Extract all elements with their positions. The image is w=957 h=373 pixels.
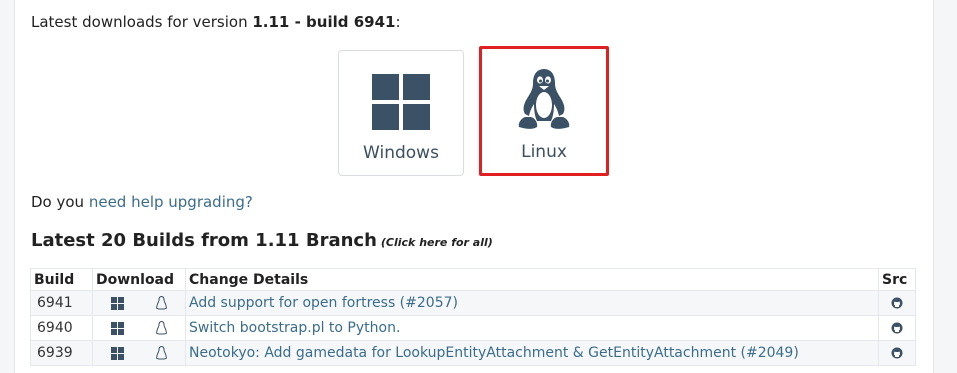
table-row: 6939 Neotokyo: Add gamedata for LookupEn… [30, 340, 916, 366]
help-text: Do you need help upgrading? [31, 193, 253, 211]
windows-icon[interactable] [111, 346, 124, 360]
linux-label: Linux [521, 142, 567, 162]
windows-icon[interactable] [111, 296, 124, 310]
download-cell [92, 290, 186, 316]
windows-icon[interactable] [111, 321, 124, 335]
builds-table: Build Download Change Details Src 6941 A… [30, 268, 916, 366]
help-upgrading-link[interactable]: need help upgrading? [89, 193, 253, 211]
table-header-row: Build Download Change Details Src [30, 268, 916, 291]
header-download: Download [92, 268, 186, 291]
linux-icon[interactable] [156, 346, 168, 360]
windows-icon [372, 74, 430, 130]
linux-icon[interactable] [156, 321, 168, 335]
download-cell [92, 340, 186, 366]
change-details-link[interactable]: Add support for open fortress (#2057) [185, 290, 879, 316]
windows-download-button[interactable]: Windows [338, 50, 464, 176]
left-gutter [0, 0, 15, 373]
build-number-cell: 6939 [30, 340, 93, 366]
linux-icon[interactable] [156, 296, 168, 310]
build-number: build 6941 [306, 13, 396, 31]
src-cell [878, 290, 916, 316]
windows-label: Windows [363, 143, 439, 163]
github-icon[interactable] [891, 297, 903, 309]
download-cell [92, 315, 186, 341]
right-gutter [933, 0, 957, 373]
github-icon[interactable] [891, 322, 903, 334]
intro-separator: - [289, 13, 307, 31]
header-change-details: Change Details [185, 268, 879, 291]
builds-heading: Latest 20 Builds from 1.11 Branch (Click … [31, 230, 493, 251]
table-row: 6941 Add support for open fortress (#205… [30, 290, 916, 316]
src-cell [878, 315, 916, 341]
header-src: Src [878, 268, 916, 291]
intro-suffix: : [395, 13, 401, 31]
help-prefix: Do you [31, 193, 89, 211]
src-cell [878, 340, 916, 366]
github-icon[interactable] [891, 347, 903, 359]
build-number-cell: 6941 [30, 290, 93, 316]
builds-title: Latest 20 Builds from 1.11 Branch [31, 230, 377, 251]
intro-text: Latest downloads for version 1.11 - buil… [31, 13, 401, 31]
header-build: Build [30, 268, 93, 291]
linux-download-button[interactable]: Linux [479, 46, 609, 176]
version-number: 1.11 [252, 13, 290, 31]
change-details-link[interactable]: Switch bootstrap.pl to Python. [185, 315, 879, 341]
show-all-builds-link[interactable]: (Click here for all) [381, 236, 493, 249]
table-row: 6940 Switch bootstrap.pl to Python. [30, 315, 916, 341]
change-details-link[interactable]: Neotokyo: Add gamedata for LookupEntityA… [185, 340, 879, 366]
intro-prefix: Latest downloads for version [31, 13, 253, 31]
build-number-cell: 6940 [30, 315, 93, 341]
linux-icon [518, 69, 570, 129]
